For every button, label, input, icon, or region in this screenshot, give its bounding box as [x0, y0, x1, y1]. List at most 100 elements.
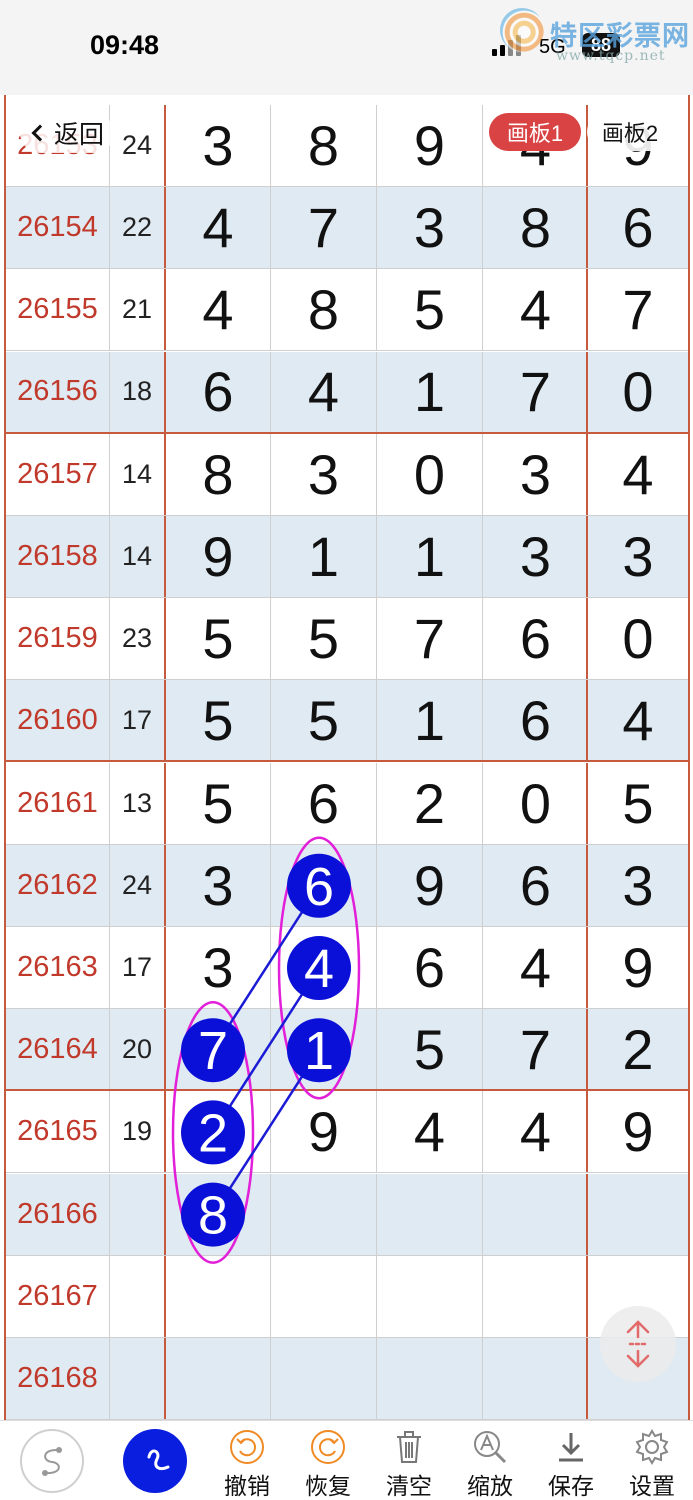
digit-cell[interactable]: 5: [164, 598, 270, 680]
digit-cell[interactable]: 6: [482, 680, 588, 761]
settings-button[interactable]: 设置: [617, 1421, 687, 1500]
digit-cell[interactable]: 4: [376, 1091, 482, 1173]
save-button[interactable]: 保存: [536, 1421, 606, 1500]
sum-value: 14: [109, 433, 164, 515]
pen-style-button[interactable]: [20, 1429, 84, 1493]
digit-cell[interactable]: 7: [586, 269, 688, 351]
download-icon: [559, 1433, 583, 1462]
digit-cell[interactable]: 6: [376, 927, 482, 1008]
digit-cell[interactable]: 7: [270, 187, 376, 269]
sum-value: 14: [109, 516, 164, 597]
digit-cell[interactable]: 3: [482, 433, 588, 515]
digit-cell[interactable]: 6: [164, 351, 270, 432]
digit-cell[interactable]: 5: [270, 598, 376, 680]
digit-cell[interactable]: 5: [376, 1009, 482, 1090]
digit-cell[interactable]: 9: [586, 927, 688, 1008]
digit-cell[interactable]: 6: [270, 844, 376, 926]
digit-cell[interactable]: [164, 1255, 270, 1337]
digit-cell[interactable]: 9: [376, 105, 482, 186]
digit-cell[interactable]: 2: [586, 1009, 688, 1090]
issue-number: 26155: [17, 293, 98, 326]
digit-cell[interactable]: 3: [376, 187, 482, 269]
digit-cell[interactable]: 1: [270, 516, 376, 597]
digit-cell[interactable]: [586, 1173, 688, 1255]
digit-cell[interactable]: 1: [376, 516, 482, 597]
digit-cell[interactable]: [270, 1255, 376, 1337]
tab-board-2[interactable]: 画板2: [587, 113, 673, 151]
digit-cell[interactable]: 6: [270, 762, 376, 844]
digit-cell[interactable]: [482, 1338, 588, 1419]
digit-cell[interactable]: 4: [164, 187, 270, 269]
free-draw-button[interactable]: [123, 1429, 187, 1493]
digit-cell[interactable]: 5: [586, 762, 688, 844]
digit-cell[interactable]: [376, 1338, 482, 1419]
issue-number: 26163: [17, 951, 98, 983]
digit-cell[interactable]: 3: [164, 927, 270, 1008]
digit-cell[interactable]: 1: [376, 351, 482, 432]
draw-grid[interactable]: 2615324389492615422473862615521485472615…: [4, 95, 690, 1420]
scroll-toggle-button[interactable]: [600, 1306, 676, 1382]
digit-cell[interactable]: 9: [270, 1091, 376, 1173]
digit-cell[interactable]: 0: [586, 351, 688, 432]
digit-cell[interactable]: 4: [164, 269, 270, 351]
digit-cell[interactable]: 8: [482, 187, 588, 269]
digit-cell[interactable]: 0: [586, 598, 688, 680]
digit-cell[interactable]: 3: [164, 844, 270, 926]
issue-number: 26168: [17, 1362, 98, 1394]
digit-cell[interactable]: [270, 1173, 376, 1255]
clear-button[interactable]: 清空: [374, 1421, 444, 1500]
digit-cell[interactable]: 7: [376, 598, 482, 680]
digit-cell[interactable]: 1: [270, 1009, 376, 1090]
sum-value: [109, 1255, 164, 1337]
curve-pen-icon: [42, 1447, 62, 1476]
digit-cell[interactable]: 4: [586, 680, 688, 761]
digit-cell[interactable]: 8: [164, 433, 270, 515]
digit-cell[interactable]: 4: [482, 269, 588, 351]
digit-cell[interactable]: 5: [164, 680, 270, 761]
table-row: 26158 14 9 1 1 3 3: [6, 516, 688, 598]
digit-cell[interactable]: 6: [482, 598, 588, 680]
digit-cell[interactable]: [482, 1173, 588, 1255]
digit-cell[interactable]: 4: [586, 433, 688, 515]
digit-cell[interactable]: 3: [482, 516, 588, 597]
digit-cell[interactable]: 9: [164, 516, 270, 597]
back-button[interactable]: 返回: [20, 113, 115, 153]
digit-cell[interactable]: [376, 1173, 482, 1255]
digit-cell[interactable]: 3: [270, 433, 376, 515]
digit-cell[interactable]: [164, 1338, 270, 1419]
digit-cell[interactable]: 8: [270, 105, 376, 186]
digit-cell[interactable]: 2: [376, 762, 482, 844]
digit-cell[interactable]: 7: [482, 1009, 588, 1090]
digit-cell[interactable]: [482, 1255, 588, 1337]
digit-cell[interactable]: 8: [164, 1173, 270, 1255]
digit-cell[interactable]: [376, 1255, 482, 1337]
digit-cell[interactable]: 0: [376, 433, 482, 515]
digit-cell[interactable]: 3: [586, 844, 688, 926]
digit-cell[interactable]: 4: [270, 351, 376, 432]
undo-button[interactable]: 撤销: [212, 1421, 282, 1500]
digit-cell[interactable]: 6: [482, 844, 588, 926]
digit-cell[interactable]: 7: [482, 351, 588, 432]
digit-cell[interactable]: 8: [270, 269, 376, 351]
redo-button[interactable]: 恢复: [293, 1421, 363, 1500]
sum-value: 13: [109, 762, 164, 844]
digit-cell[interactable]: 5: [164, 762, 270, 844]
tab-board-1[interactable]: 画板1: [489, 113, 581, 151]
digit-cell[interactable]: 9: [586, 1091, 688, 1173]
digit-cell[interactable]: [270, 1338, 376, 1419]
zoom-button[interactable]: 缩放: [455, 1421, 525, 1500]
digit-cell[interactable]: 9: [376, 844, 482, 926]
digit-cell[interactable]: 2: [164, 1091, 270, 1173]
digit-cell[interactable]: 4: [482, 927, 588, 1008]
digit-cell[interactable]: 3: [586, 516, 688, 597]
digit-cell[interactable]: 3: [164, 105, 270, 186]
digit-cell[interactable]: 6: [586, 187, 688, 269]
digit-cell[interactable]: 1: [376, 680, 482, 761]
digit-cell[interactable]: 4: [270, 927, 376, 1008]
digit-cell[interactable]: 5: [270, 680, 376, 761]
digit-cell[interactable]: 4: [482, 1091, 588, 1173]
digit-cell[interactable]: 7: [164, 1009, 270, 1090]
digit-cell[interactable]: 5: [376, 269, 482, 351]
undo-icon: [230, 1430, 264, 1464]
digit-cell[interactable]: 0: [482, 762, 588, 844]
